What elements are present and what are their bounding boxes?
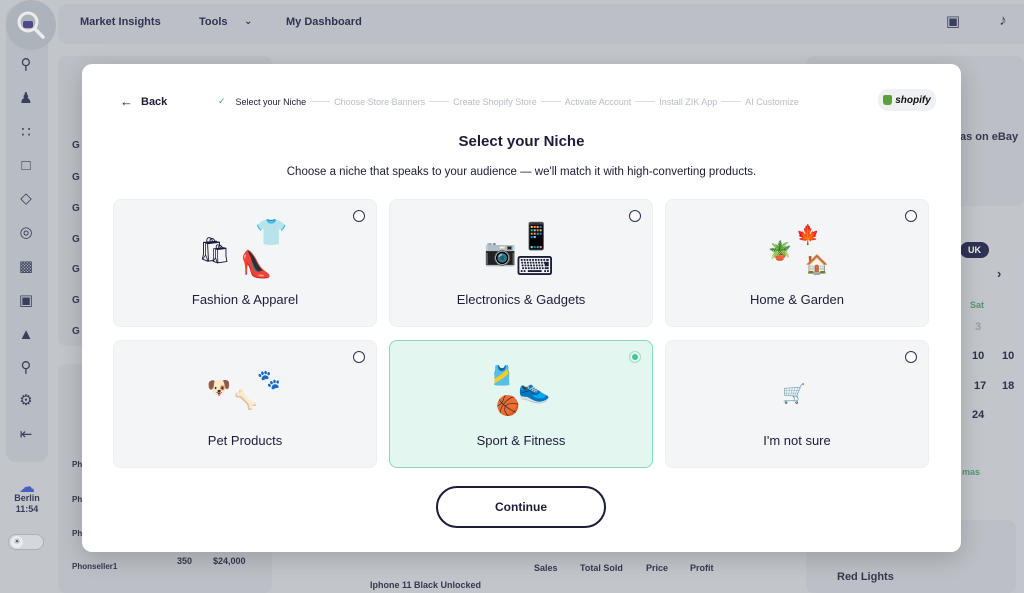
step-divider <box>721 101 742 102</box>
step-store-banners: Choose Store Banners <box>334 96 426 107</box>
step-ai-customize: AI Customize <box>745 96 799 107</box>
niche-modal: ← Back ✓ Select your Niche Choose Store … <box>82 64 961 552</box>
shopping-cart-icon: 🛒 <box>782 383 806 405</box>
house-icon: 🏠 <box>805 254 829 276</box>
keyboard-icon: ⌨ <box>516 252 554 282</box>
phone-icon: 📱 <box>520 222 553 252</box>
step-create-store: Create Shopify Store <box>453 96 537 107</box>
maple-leaf-icon: 🍁 <box>796 224 820 246</box>
step-select-niche: Select your Niche <box>235 96 307 107</box>
shopify-badge: shopify <box>878 89 936 111</box>
shirt-icon: 👕 <box>255 218 288 248</box>
tank-top-icon: 🎽 <box>490 365 514 387</box>
step-divider <box>540 101 561 102</box>
camera-icon: 📷 <box>484 238 517 268</box>
radio-home[interactable] <box>905 210 917 222</box>
radio-sport[interactable] <box>629 351 641 363</box>
sneaker-icon: 👟 <box>518 375 551 405</box>
step-activate-account: Activate Account <box>564 96 632 107</box>
shopify-label: shopify <box>895 94 931 106</box>
niche-card-pet[interactable]: 🐶 🐾 🦴 Pet Products <box>113 340 377 468</box>
niche-card-sport[interactable]: 🎽 👟 🏀 Sport & Fitness <box>389 340 653 468</box>
niche-label: Sport & Fitness <box>476 433 566 448</box>
step-divider <box>635 101 656 102</box>
shopping-bags-icon: 🛍 <box>198 236 232 266</box>
bone-icon: 🦴 <box>234 389 258 411</box>
niche-card-fashion[interactable]: 🛍 👕 👠 Fashion & Apparel <box>113 199 377 327</box>
niche-card-electronics[interactable]: 📷 📱 ⌨ Electronics & Gadgets <box>389 199 653 327</box>
step-install-app: Install ZIK App <box>659 96 718 107</box>
niche-label: Fashion & Apparel <box>191 292 299 307</box>
niche-card-not-sure[interactable]: 🛒 I'm not sure <box>665 340 929 468</box>
niche-label: I'm not sure <box>763 433 831 448</box>
step-divider <box>310 101 331 102</box>
modal-title: Select your Niche <box>458 133 585 150</box>
potted-plant-icon: 🪴 <box>768 240 792 262</box>
back-button[interactable]: ← Back <box>120 94 167 109</box>
basketball-icon: 🏀 <box>496 395 520 417</box>
radio-not-sure[interactable] <box>905 351 917 363</box>
paw-prints-icon: 🐾 <box>257 369 281 391</box>
high-heel-icon: 👠 <box>240 250 273 280</box>
modal-subtitle: Choose a niche that speaks to your audie… <box>286 166 757 178</box>
radio-fashion[interactable] <box>353 210 365 222</box>
stepper: ✓ Select your Niche Choose Store Banners… <box>218 96 799 107</box>
niche-card-home[interactable]: 🪴 🍁 🏠 Home & Garden <box>665 199 929 327</box>
radio-pet[interactable] <box>353 351 365 363</box>
shopify-bag-icon <box>883 95 893 105</box>
dog-icon: 🐶 <box>207 377 231 399</box>
radio-electronics[interactable] <box>629 210 641 222</box>
continue-button[interactable]: Continue <box>436 486 606 528</box>
arrow-left-icon: ← <box>120 94 133 109</box>
back-label: Back <box>141 95 168 108</box>
niche-label: Electronics & Gadgets <box>456 292 586 307</box>
step-divider <box>429 101 450 102</box>
niche-label: Pet Products <box>207 433 283 448</box>
check-icon: ✓ <box>218 96 226 106</box>
niche-label: Home & Garden <box>750 292 844 307</box>
